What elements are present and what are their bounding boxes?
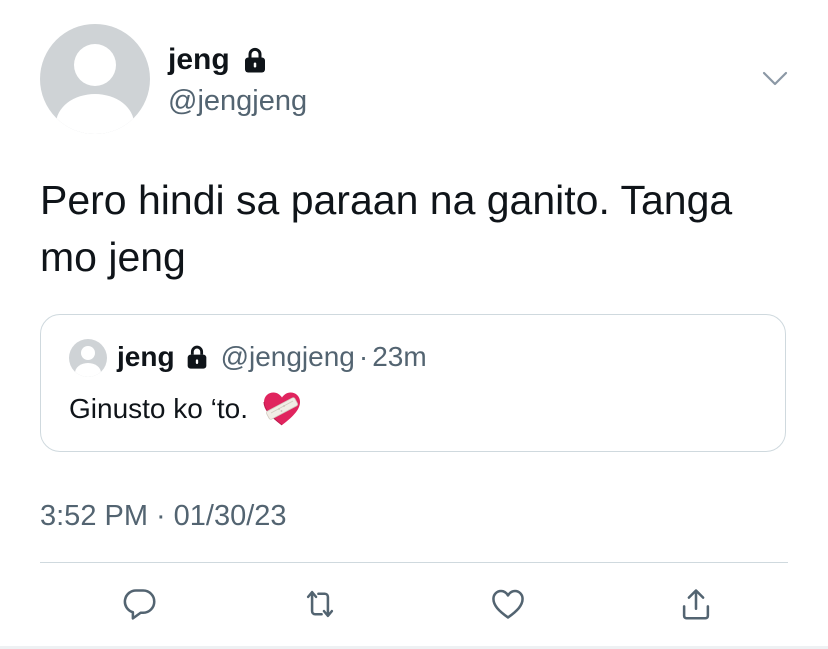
separator-dot: · bbox=[156, 500, 166, 532]
tweet-date: 01/30/23 bbox=[173, 500, 287, 532]
author-avatar[interactable] bbox=[40, 24, 150, 134]
quoted-author-avatar bbox=[69, 339, 107, 377]
divider bbox=[40, 562, 788, 563]
tweet-timestamp[interactable]: 3:52 PM · 01/30/23 bbox=[40, 498, 287, 534]
share-icon bbox=[677, 584, 715, 629]
retweet-button[interactable] bbox=[296, 582, 344, 630]
quoted-tweet-text: Ginusto ko ‘to. bbox=[69, 393, 248, 424]
quoted-tweet-text-row: Ginusto ko ‘to. bbox=[69, 389, 302, 429]
display-name-text: jeng bbox=[168, 43, 230, 76]
default-avatar-icon bbox=[81, 346, 95, 360]
lock-icon bbox=[240, 45, 270, 75]
author-handle[interactable]: @jengjeng bbox=[168, 84, 307, 118]
tweet-text: Pero hindi sa paraan na ganito. Tanga mo… bbox=[40, 177, 733, 280]
quoted-tweet-time: 23m bbox=[372, 341, 427, 372]
default-avatar-icon bbox=[74, 44, 116, 86]
chevron-down-icon[interactable] bbox=[760, 66, 790, 90]
quoted-author-name: jeng bbox=[117, 341, 175, 372]
reply-icon bbox=[121, 585, 159, 628]
tweet-time: 3:52 PM bbox=[40, 500, 148, 532]
retweet-icon bbox=[300, 585, 340, 628]
author-name[interactable]: jeng bbox=[168, 42, 270, 78]
lock-icon bbox=[183, 343, 211, 371]
reply-button[interactable] bbox=[116, 582, 164, 630]
like-button[interactable] bbox=[484, 582, 532, 630]
quoted-tweet-card[interactable]: jeng @jengjeng · 23m Ginusto ko ‘to. bbox=[40, 314, 786, 452]
heart-outline-icon bbox=[488, 585, 528, 628]
separator-dot: · bbox=[358, 341, 369, 372]
quoted-author-handle: @jengjeng bbox=[220, 341, 355, 372]
share-button[interactable] bbox=[672, 582, 720, 630]
quoted-tweet-header: jeng @jengjeng · 23m bbox=[117, 339, 427, 375]
tweet-action-bar bbox=[0, 582, 828, 630]
mending-heart-icon bbox=[262, 391, 302, 427]
